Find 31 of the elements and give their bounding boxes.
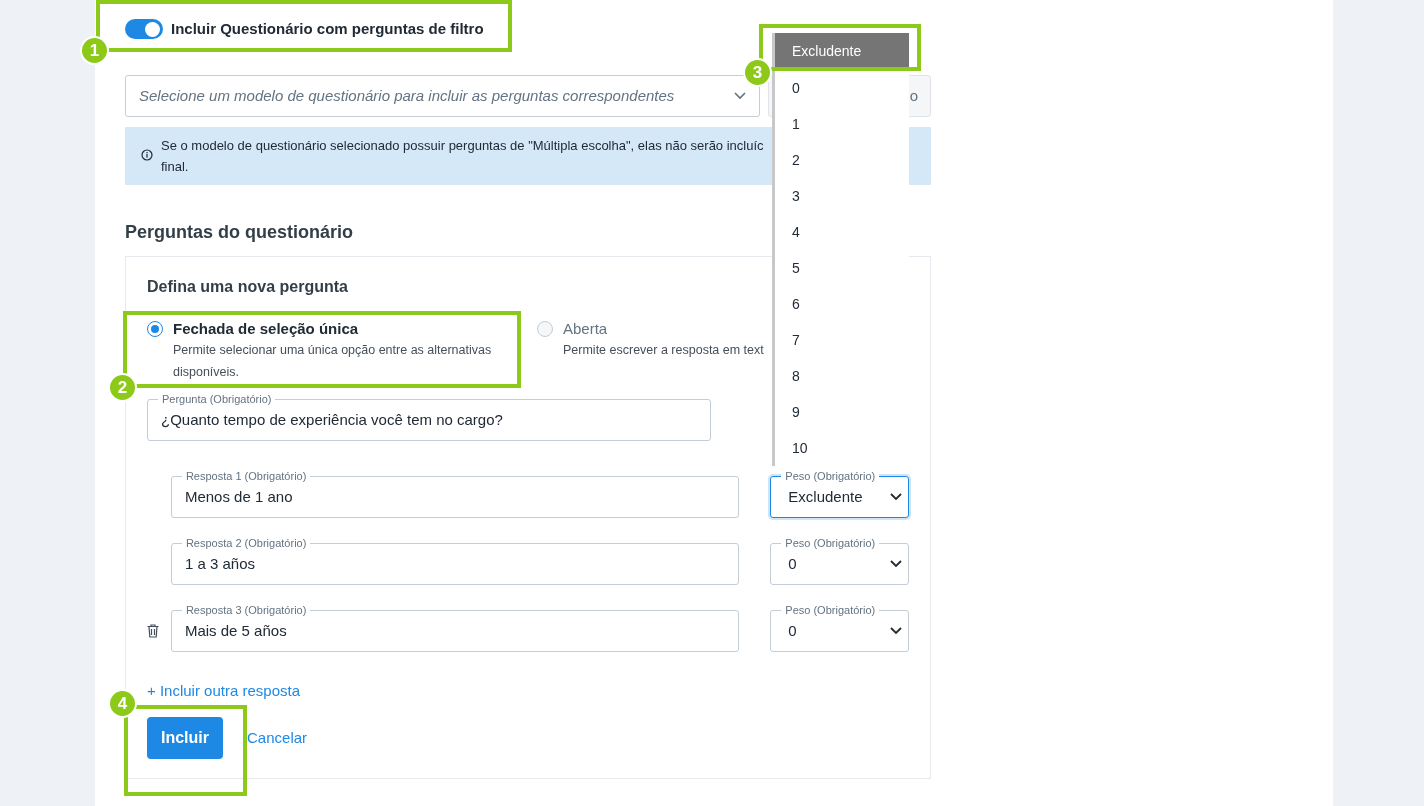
field-label: Resposta 2 (Obrigatório) [181, 536, 311, 550]
field-label: Peso (Obrigatório) [781, 469, 880, 483]
field-label: Pergunta (Obrigatório) [158, 392, 276, 406]
info-icon [141, 149, 153, 161]
trash-icon[interactable] [147, 624, 159, 638]
option-description: Permite escrever a resposta em text [563, 342, 764, 359]
card-title: Defina uma nova pergunta [147, 277, 349, 297]
radio-button[interactable] [537, 321, 553, 337]
toggle-label: Incluir Questionário com perguntas de filtro [171, 18, 484, 39]
radio-button[interactable] [147, 321, 163, 337]
chevron-down-icon [734, 92, 746, 100]
section-title: Perguntas do questionário [125, 221, 354, 243]
chevron-down-icon [890, 560, 902, 568]
toggle-switch[interactable] [125, 19, 163, 39]
info-message: Se o modelo de questionário selecionado possuir perguntas de "Múltipla escolha", elas não serão incluíc final. [161, 137, 764, 176]
field-label: Resposta 1 (Obrigatório) [181, 469, 311, 483]
step-number: 2 [108, 373, 137, 402]
chevron-down-icon [890, 627, 902, 635]
step-number: 3 [743, 58, 772, 87]
field-label: Peso (Obrigatório) [781, 536, 880, 550]
chevron-down-icon [890, 493, 902, 501]
include-button[interactable]: Incluir [147, 717, 223, 759]
radio-label: Fechada de seleção única [173, 319, 360, 339]
field-label: Peso (Obrigatório) [781, 603, 880, 617]
step-number: 1 [80, 36, 109, 65]
radio-label: Aberta [563, 319, 609, 339]
step-number: 4 [108, 689, 137, 718]
add-answer-link[interactable]: + Incluir outra resposta [147, 680, 300, 700]
cancel-link[interactable]: Cancelar [247, 726, 308, 750]
option-description: Permite selecionar uma única opção entre as alternativas disponíveis. [173, 342, 493, 381]
field-label: Resposta 3 (Obrigatório) [181, 603, 311, 617]
